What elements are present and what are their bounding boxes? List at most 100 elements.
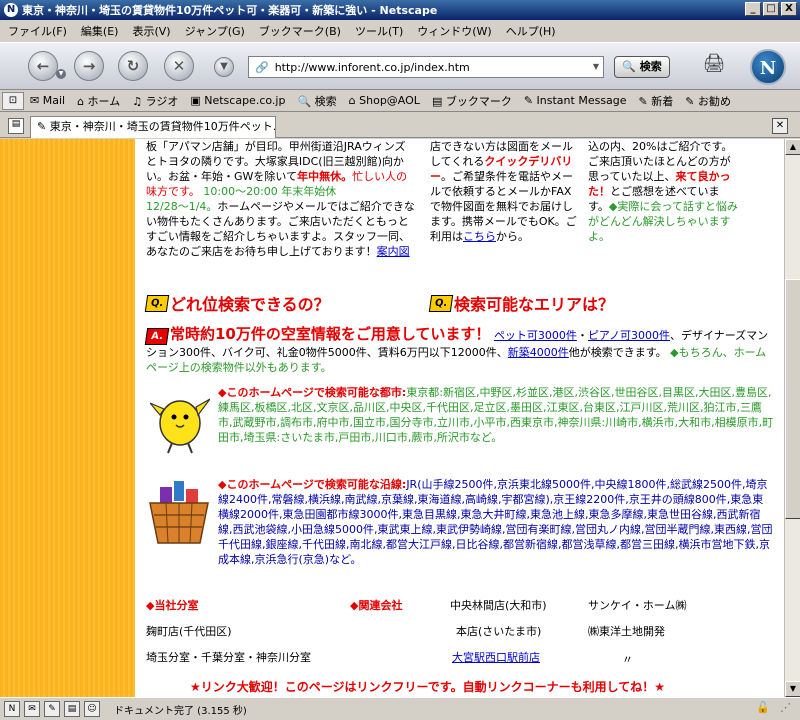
searchable-cities-block: ◆このホームページで検索可能な都市:東京都:新宿区,中野区,杉並区,港区,渋谷区…: [218, 385, 774, 445]
lines-heading: ◆このホームページで検索可能な沿線:: [218, 478, 407, 491]
status-bar: N ✉ ✎ ▤ ☺ ドキュメント完了 (3.155 秒) 🔓 ⋰: [0, 697, 800, 720]
quick-delivery-end: から。: [496, 230, 529, 243]
toolbar-link-home[interactable]: ⌂ ホーム: [77, 93, 120, 109]
toolbar-link-search[interactable]: 🔍 検索: [297, 93, 336, 109]
window-title: 東京・神奈川・埼玉の賃貸物件10万件ペット可・楽器可・新築に強い - Netsc…: [22, 4, 438, 17]
lock-icon[interactable]: 🔓: [756, 701, 770, 717]
new-tab-icon[interactable]: ▤: [8, 118, 24, 134]
branch-omiya-link[interactable]: 大宮駅西口駅前店: [452, 649, 540, 665]
search-button[interactable]: 🔍 検索: [614, 56, 670, 78]
back-button[interactable]: ←: [28, 51, 58, 81]
menu-help[interactable]: ヘルプ(H): [506, 23, 556, 39]
link-free-banner: ★リンク大歓迎！このページはリンクフリーです。自動リンクコーナーも利用してね！★: [190, 680, 665, 694]
address-book-icon[interactable]: ▤: [64, 701, 80, 717]
menu-go[interactable]: ジャンプ(G): [185, 23, 245, 39]
tab-page-icon: ✎: [37, 120, 50, 133]
map-link[interactable]: 案内図: [377, 245, 410, 258]
minimize-button[interactable]: _: [745, 2, 761, 16]
stop-icon: ✕: [172, 57, 186, 75]
branch-chuo-rinkan: 中央林間店(大和市): [450, 599, 547, 612]
scroll-up-button[interactable]: ▲: [785, 139, 800, 155]
new-build-link[interactable]: 新築4000件: [508, 346, 569, 359]
orange-sidebar: [0, 139, 135, 697]
menu-view[interactable]: 表示(V): [132, 23, 170, 39]
tab-title: 東京・神奈川・埼玉の賃貸物件10万件ペット...: [49, 120, 276, 133]
resize-grip-icon[interactable]: ⋰: [780, 701, 796, 717]
testimonial-text: 込の内、20%はご紹介です。ご来店頂いたほとんどの方が思っていた以上、来て良かっ…: [588, 139, 738, 244]
store-info-text: 板「アパマン店舗」が目印。甲州街道沿JRAウィンズとトヨタの隣りです。大塚家具I…: [146, 139, 416, 259]
composer-icon[interactable]: ✎: [44, 701, 60, 717]
answer-block: A. 常時約10万件の空室情報をご用意しています！ ペット可3000件・ピアノ可3…: [144, 325, 769, 374]
searchable-lines-block: ◆このホームページで検索可能な沿線:JR(山手線2500件,京浜東北線5000件…: [218, 477, 774, 567]
personal-toolbar: ⊡ ✉ Mail ⌂ ホーム ♫ ラジオ ▣ Netscape.co.jp 🔍 …: [0, 90, 800, 112]
toolbar-toggle-icon[interactable]: ⊡: [2, 92, 24, 110]
stop-button[interactable]: ✕: [164, 51, 194, 81]
netscape-app-icon: N: [4, 3, 18, 17]
maximize-button[interactable]: □: [763, 2, 779, 16]
menu-file[interactable]: ファイル(F): [8, 23, 67, 39]
toolbar-link-recommend[interactable]: ✎ お勧め: [685, 93, 731, 109]
affiliate-heading: ◆関連会社: [350, 599, 403, 612]
menu-bar: ファイル(F) 編集(E) 表示(V) ジャンプ(G) ブックマーク(B) ツー…: [0, 20, 800, 42]
holiday-dates: 12/28～1/4。: [146, 200, 218, 213]
q-badge-icon: Q.: [144, 294, 170, 312]
quick-delivery-text: 店できない方は図面をメールしてくれるクイックデリバリー。ご希望条件を電話やメール…: [430, 139, 578, 244]
chevron-down-icon: ▼: [220, 61, 228, 72]
ditto-mark: 〃: [622, 653, 633, 666]
menu-tools[interactable]: ツール(T): [355, 23, 403, 39]
q-badge-icon: Q.: [428, 294, 454, 312]
close-button[interactable]: X: [781, 2, 797, 16]
tab-bar: ▤ ✎ 東京・神奈川・埼玉の賃貸物件10万件ペット... ✕: [0, 112, 800, 138]
toolbar-link-mail[interactable]: ✉ Mail: [30, 94, 65, 107]
piano-ok-link[interactable]: ピアノ可3000件: [588, 329, 670, 342]
url-history-button[interactable]: ▼: [214, 57, 234, 77]
answer-headline: 常時約10万件の空室情報をご用意しています！: [170, 325, 491, 343]
affiliate-sankei-home: サンケイ・ホーム㈱: [588, 599, 687, 612]
menu-window[interactable]: ウィンドウ(W): [417, 23, 491, 39]
url-bar[interactable]: 🔗 http://www.inforent.co.jp/index.htm ▼: [248, 56, 604, 78]
page-icon: 🔗: [255, 60, 269, 74]
url-dropdown-icon[interactable]: ▼: [589, 58, 603, 76]
chat-icon[interactable]: ☺: [84, 701, 100, 717]
scroll-thumb[interactable]: [785, 279, 800, 519]
status-text: ドキュメント完了 (3.155 秒): [114, 705, 247, 717]
bird-mascot-icon: [150, 398, 210, 454]
netscape-logo[interactable]: N: [750, 49, 786, 85]
print-icon[interactable]: 🖨: [696, 53, 732, 81]
toolbar-link-radio[interactable]: ♫ ラジオ: [132, 93, 178, 109]
close-tab-button[interactable]: ✕: [772, 118, 788, 134]
testimonial-note: ◆実際に会って話すと悩みがどんどん解決しちゃいますよ。: [588, 200, 738, 243]
toolbar-link-new[interactable]: ✎ 新着: [639, 93, 674, 109]
branch-honten: 本店(さいたま市): [456, 625, 542, 638]
forward-arrow-icon: →: [82, 57, 96, 75]
reload-icon: ↻: [126, 57, 140, 75]
a-badge-icon: A.: [144, 328, 170, 345]
toolbar-link-netscape[interactable]: ▣ Netscape.co.jp: [190, 94, 285, 107]
tab-current[interactable]: ✎ 東京・神奈川・埼玉の賃貸物件10万件ペット...: [30, 116, 276, 138]
open-all-year: 年中無休。: [297, 170, 353, 183]
toolbar-link-shop[interactable]: ⌂ Shop@AOL: [349, 94, 420, 107]
navigator-icon[interactable]: N: [4, 701, 20, 717]
business-hours: 10:00～20:00 年末年始休: [203, 185, 337, 198]
url-input[interactable]: http://www.inforent.co.jp/index.htm: [275, 61, 589, 74]
lines-list: JR(山手線2500件,京浜東北線5000件,中央線1800件,総武線2500件…: [218, 478, 773, 566]
pet-ok-link[interactable]: ペット可3000件: [494, 329, 577, 342]
quick-delivery-link[interactable]: こちら: [463, 230, 496, 243]
basket-icon: [149, 481, 209, 544]
toolbar-link-bookmarks[interactable]: ▤ ブックマーク: [432, 93, 512, 109]
back-arrow-icon: ←: [36, 57, 50, 75]
scroll-down-button[interactable]: ▼: [785, 681, 800, 697]
window-titlebar[interactable]: N 東京・神奈川・埼玉の賃貸物件10万件ペット可・楽器可・新築に強い - Net…: [0, 0, 800, 20]
branch-other-offices: 埼玉分室・千葉分室・神奈川分室: [146, 651, 311, 664]
page-content: 板「アパマン店舗」が目印。甲州街道沿JRAウィンズとトヨタの隣りです。大塚家具I…: [0, 139, 784, 697]
reload-button[interactable]: ↻: [118, 51, 148, 81]
mail-icon[interactable]: ✉: [24, 701, 40, 717]
menu-bookmarks[interactable]: ブックマーク(B): [259, 23, 341, 39]
forward-button[interactable]: →: [74, 51, 104, 81]
vertical-scrollbar[interactable]: ▲ ▼: [784, 139, 800, 697]
back-history-dropdown[interactable]: ▼: [56, 69, 66, 79]
question-search-count: Q. どれ位検索できるの？: [144, 291, 330, 315]
cities-heading: ◆このホームページで検索可能な都市:: [218, 386, 407, 399]
menu-edit[interactable]: 編集(E): [81, 23, 119, 39]
toolbar-link-instant-message[interactable]: ✎ Instant Message: [524, 94, 627, 107]
